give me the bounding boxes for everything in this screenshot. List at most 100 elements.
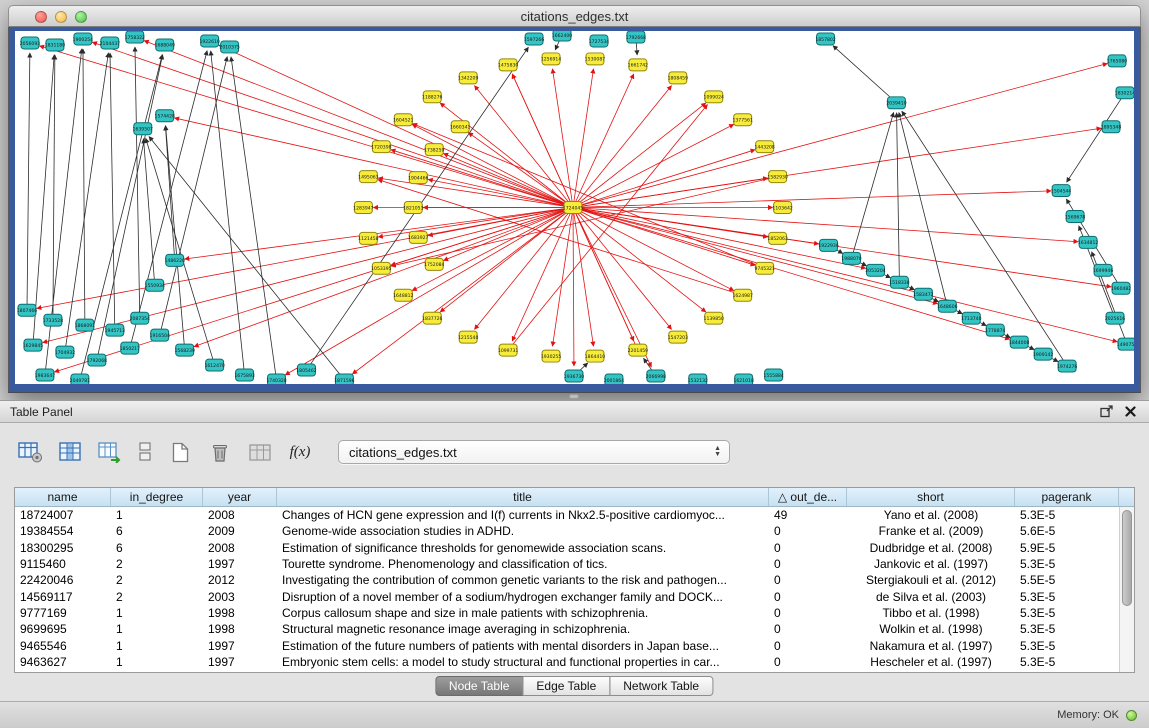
graph-node[interactable]: 1648606 [937,300,957,312]
graph-node[interactable]: 1807466 [17,304,37,316]
graph-edge[interactable] [135,47,140,318]
row-height-icon[interactable] [136,438,154,466]
graph-node[interactable]: 1582930 [767,171,787,183]
graph-edge[interactable] [573,64,1107,208]
graph-edge[interactable] [144,139,155,286]
table-row[interactable]: 969969511998Structural magnetic resonanc… [15,621,1134,637]
graph-node[interactable]: 1752084 [424,258,444,270]
graph-node[interactable]: 1486220 [165,254,185,266]
function-builder-icon[interactable]: f(x) [286,438,314,466]
graph-node[interactable]: 1634812 [1078,236,1098,248]
table-row[interactable]: 2242004622012Investigating the contribut… [15,572,1134,588]
graph-edge[interactable] [573,69,594,208]
graph-edge[interactable] [833,46,896,103]
graph-edge[interactable] [174,118,573,208]
table-row[interactable]: 1456911722003Disruption of a novel membe… [15,588,1134,604]
graph-edge[interactable] [573,208,938,304]
graph-edge[interactable] [27,53,30,310]
graph-node[interactable]: 1837726 [422,312,442,324]
graph-node[interactable]: 1675893 [234,369,254,381]
graph-edge[interactable] [211,51,245,375]
table-row[interactable]: 946554611997Estimation of the future num… [15,637,1134,653]
graph-node[interactable]: 1215540 [458,331,478,343]
tab-node-table[interactable]: Node Table [435,676,524,696]
graph-node[interactable]: 2056093 [20,37,40,49]
graph-node[interactable]: 1868091 [75,319,95,331]
graph-node[interactable]: 1704932 [55,346,75,358]
graph-node[interactable]: 1821053 [403,202,423,214]
column-header-5[interactable]: short [847,488,1015,506]
graph-node[interactable]: 1099731 [498,344,518,356]
graph-node[interactable]: 1569678 [1065,210,1085,222]
graph-node[interactable]: 1121458 [358,232,378,244]
graph-edge[interactable] [43,208,573,343]
graph-node[interactable]: 1960482 [1111,282,1131,294]
graph-edge[interactable] [573,103,706,208]
graph-node[interactable]: 1983647 [35,369,55,381]
graph-node[interactable]: 1648812 [393,289,413,301]
graph-node[interactable]: 1550934 [145,279,165,291]
import-table-icon[interactable] [96,438,124,466]
table-row[interactable]: 1830029562008Estimation of significance … [15,540,1134,556]
graph-node[interactable]: 1909142 [1033,348,1053,360]
graph-edge[interactable] [573,74,634,208]
graph-node[interactable]: 1256914 [541,53,561,65]
graph-edge[interactable] [33,55,54,345]
column-header-0[interactable]: name [15,488,111,506]
graph-node[interactable]: 2053204 [865,264,885,276]
column-header-6[interactable]: pagerank [1015,488,1119,506]
graph-node[interactable]: 1922936 [818,239,838,251]
graph-node[interactable]: 2001864 [604,374,624,384]
graph-node[interactable]: 1629845 [23,339,43,351]
graph-node[interactable]: 1864410 [585,350,605,362]
graph-edge[interactable] [37,208,573,309]
graph-edge[interactable] [852,112,894,258]
graph-edge[interactable] [440,208,573,313]
new-file-icon[interactable] [166,438,194,466]
column-header-1[interactable]: in_degree [111,488,203,506]
graph-node[interactable]: 1099024 [704,91,724,103]
graph-node[interactable]: 1597266 [524,33,544,45]
column-header-4[interactable]: △ out_de... [769,488,847,506]
graph-node[interactable]: 1604521 [393,114,413,126]
graph-node[interactable]: 1342209 [458,72,478,84]
graph-node[interactable]: 9745321 [754,262,774,274]
graph-node[interactable]: 1720398 [371,141,391,153]
graph-node[interactable]: 1733528 [43,314,63,326]
graph-edge[interactable] [573,208,1078,242]
graph-node[interactable]: 1139850 [704,312,724,324]
graph-node[interactable]: 1916504 [150,329,170,341]
column-header-3[interactable]: title [277,488,769,506]
graph-node[interactable]: 1688049 [155,39,175,51]
float-panel-icon[interactable] [1097,404,1115,420]
show-columns-icon[interactable] [56,438,84,466]
graph-node[interactable]: 1945713 [105,324,125,336]
graph-edge[interactable] [1067,93,1125,182]
graph-edge[interactable] [231,57,277,380]
graph-node[interactable]: 1443208 [754,141,774,153]
graph-node[interactable]: 1660341 [450,121,470,133]
graph-node[interactable]: 1850217 [120,342,140,354]
table-row[interactable]: 1872400712008Changes of HCN gene express… [15,507,1134,523]
graph-node[interactable]: 1904466 [408,172,428,184]
graph-node[interactable]: 1188276 [422,91,442,103]
graph-node[interactable]: 1740328 [266,374,286,384]
graph-edge[interactable] [902,111,1067,366]
graph-node[interactable]: 1661742 [628,59,648,71]
graph-edge[interactable] [53,55,55,320]
tab-edge-table[interactable]: Edge Table [522,676,610,696]
graph-node[interactable]: 1713740 [961,312,981,324]
graph-node[interactable]: 1699946 [1093,264,1113,276]
graph-node[interactable]: 1792668 [626,31,646,43]
graph-node[interactable]: 1475830 [498,59,518,71]
graph-node[interactable]: 1974276 [1057,360,1077,372]
graph-node[interactable]: 1765080 [1107,55,1127,67]
minimize-window-button[interactable] [55,11,67,23]
graph-node[interactable]: 1530087 [585,53,605,65]
graph-edge[interactable] [573,208,1111,287]
graph-node[interactable]: 2025616 [1105,312,1125,324]
table-row[interactable]: 1938455462009Genome-wide association stu… [15,523,1134,539]
table-row[interactable]: 911546021997Tourette syndrome. Phenomeno… [15,556,1134,572]
graph-node[interactable]: 1547203 [668,331,688,343]
graph-node[interactable]: 1724045 [563,202,583,214]
